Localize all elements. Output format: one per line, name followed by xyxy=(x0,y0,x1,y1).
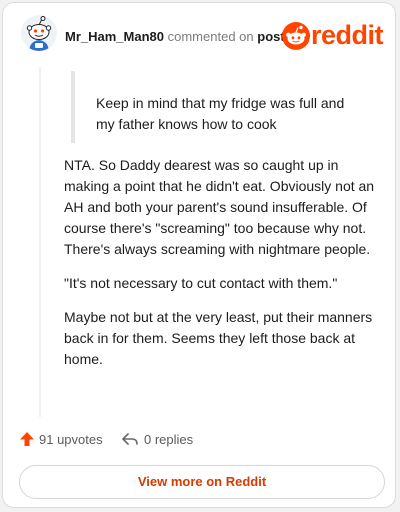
post-link[interactable]: post xyxy=(257,29,284,44)
reddit-logo[interactable]: reddit xyxy=(282,20,388,52)
comment-header: Mr_Ham_Man80 commented on post reddit xyxy=(3,3,395,65)
reply-count: 0 replies xyxy=(144,431,194,447)
quote-text: Keep in mind that my fridge was full and… xyxy=(96,95,345,132)
thread-line xyxy=(39,67,41,417)
comment-body: NTA. So Daddy dearest was so caught up i… xyxy=(64,155,382,383)
reply-arrow-icon xyxy=(122,433,138,445)
action-text: commented on xyxy=(167,29,254,44)
comment-paragraph: "It's not necessary to cut contact with … xyxy=(64,275,338,291)
upvote-arrow-icon xyxy=(20,432,34,446)
snoo-avatar-icon xyxy=(21,15,57,51)
quoted-text-block: Keep in mind that my fridge was full and… xyxy=(71,71,361,143)
comment-paragraph: Maybe not but at the very least, put the… xyxy=(64,309,373,367)
user-avatar[interactable] xyxy=(21,15,57,51)
comment-byline: Mr_Ham_Man80 commented on post xyxy=(65,29,285,44)
comment-card: Mr_Ham_Man80 commented on post reddit Ke… xyxy=(2,2,396,508)
view-more-button[interactable]: View more on Reddit xyxy=(19,465,385,499)
reddit-snoo-icon xyxy=(282,22,310,50)
upvote-button[interactable]: 91 upvotes xyxy=(19,431,103,447)
reply-button[interactable]: 0 replies xyxy=(121,431,193,447)
reddit-wordmark: reddit xyxy=(311,20,384,50)
upvote-count: 91 upvotes xyxy=(39,431,103,447)
comment-paragraph: NTA. So Daddy dearest was so caught up i… xyxy=(64,157,375,257)
username-link[interactable]: Mr_Ham_Man80 xyxy=(65,29,164,44)
